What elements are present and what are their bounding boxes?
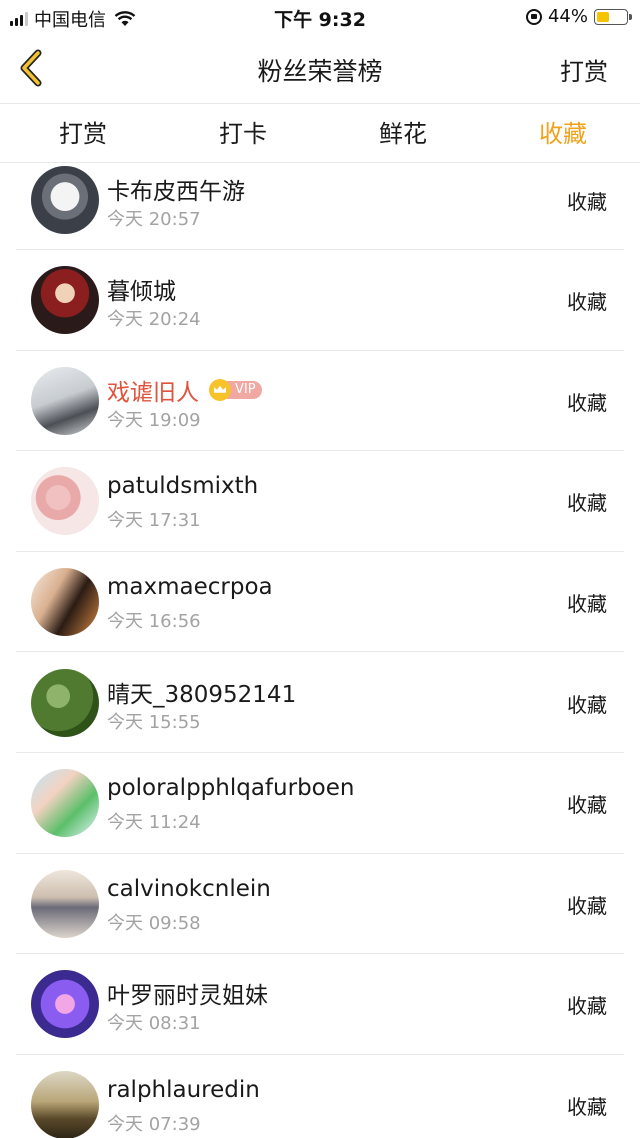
list-item[interactable]: poloralpphlqafurboen 今天 11:24 收藏	[16, 753, 624, 854]
avatar	[31, 567, 99, 636]
status-bar: 中国电信 下午 9:32 44%	[0, 0, 640, 34]
name-line: 卡布皮西午游	[107, 172, 245, 206]
fan-list[interactable]: 卡布皮西午游 今天 20:57 收藏 暮倾城 今天 20:24 收藏 戏谑旧人 …	[0, 164, 640, 1138]
action-label: 收藏	[567, 692, 607, 717]
name-line: poloralpphlqafurboen	[107, 775, 354, 801]
timestamp: 今天 16:56	[107, 610, 201, 632]
list-item[interactable]: 叶罗丽时灵姐妹 今天 08:31 收藏	[16, 954, 624, 1055]
name-line: 暮倾城	[107, 272, 176, 306]
avatar	[31, 970, 99, 1039]
avatar	[31, 366, 99, 435]
action-label: 收藏	[567, 793, 607, 818]
list-item[interactable]: calvinokcnlein 今天 09:58 收藏	[16, 854, 624, 955]
tab-checkin[interactable]: 打卡	[160, 105, 320, 162]
timestamp: 今天 20:57	[107, 208, 201, 230]
action-label: 收藏	[567, 893, 607, 918]
user-name: poloralpphlqafurboen	[107, 775, 355, 802]
avatar	[31, 668, 99, 737]
user-name: patuldsmixth	[107, 473, 259, 500]
page-title: 粉丝荣誉榜	[257, 57, 383, 86]
action-label: 收藏	[567, 189, 607, 214]
battery-percent: 44%	[547, 6, 588, 27]
list-item[interactable]: 晴天_380952141 今天 15:55 收藏	[16, 653, 624, 754]
user-name: 卡布皮西午游	[107, 178, 245, 205]
action-label: 收藏	[567, 994, 607, 1019]
list-item[interactable]: ralphlauredin 今天 07:39 收藏	[16, 1055, 624, 1138]
list-item[interactable]: patuldsmixth 今天 17:31 收藏	[16, 451, 624, 552]
list-item[interactable]: 戏谑旧人 VIP 今天 19:09 收藏	[16, 351, 624, 452]
name-line: maxmaecrpoa	[107, 574, 273, 600]
tab-favorites[interactable]: 收藏	[480, 105, 640, 162]
orientation-lock-icon	[525, 8, 542, 25]
nav-bar: 粉丝荣誉榜 打赏	[0, 34, 640, 104]
name-line: calvinokcnlein	[107, 876, 271, 902]
timestamp: 今天 11:24	[107, 812, 201, 834]
tab-reward[interactable]: 打赏	[0, 105, 160, 162]
timestamp: 今天 15:55	[107, 711, 201, 733]
avatar	[31, 467, 99, 536]
name-line: ralphlauredin	[107, 1077, 260, 1103]
timestamp: 今天 20:24	[107, 309, 201, 331]
timestamp: 今天 07:39	[107, 1113, 201, 1135]
user-name: 叶罗丽时灵姐妹	[107, 983, 268, 1010]
battery-icon	[594, 8, 632, 25]
action-label: 收藏	[567, 491, 607, 516]
tab-bar: 打赏 打卡 鲜花 收藏	[0, 105, 640, 163]
timestamp: 今天 08:31	[107, 1013, 201, 1035]
timestamp: 今天 19:09	[107, 409, 201, 431]
reward-button[interactable]: 打赏	[560, 52, 608, 87]
crown-icon	[209, 378, 231, 401]
list-item[interactable]: maxmaecrpoa 今天 16:56 收藏	[16, 552, 624, 653]
user-name: 晴天_380952141	[107, 681, 297, 708]
user-name: 戏谑旧人	[107, 379, 199, 406]
user-name: ralphlauredin	[107, 1076, 260, 1103]
action-label: 收藏	[567, 591, 607, 616]
tab-flowers[interactable]: 鲜花	[320, 105, 480, 162]
name-line: 戏谑旧人 VIP	[107, 373, 262, 407]
timestamp: 今天 17:31	[107, 510, 201, 532]
name-line: patuldsmixth	[107, 473, 258, 499]
avatar	[31, 869, 99, 938]
user-name: 暮倾城	[107, 279, 176, 306]
name-line: 叶罗丽时灵姐妹	[107, 976, 268, 1010]
vip-badge: VIP	[209, 378, 262, 401]
user-name: maxmaecrpoa	[107, 573, 273, 600]
avatar	[31, 165, 99, 234]
battery-fill	[597, 11, 610, 22]
list-item[interactable]: 暮倾城 今天 20:24 收藏	[16, 250, 624, 351]
name-line: 晴天_380952141	[107, 675, 296, 709]
status-right: 44%	[525, 6, 632, 27]
avatar	[31, 266, 99, 335]
timestamp: 今天 09:58	[107, 912, 201, 934]
avatar	[31, 769, 99, 838]
avatar	[31, 1070, 99, 1138]
list-item[interactable]: 卡布皮西午游 今天 20:57 收藏	[16, 164, 624, 251]
action-label: 收藏	[567, 1094, 607, 1119]
action-label: 收藏	[567, 390, 607, 415]
user-name: calvinokcnlein	[107, 875, 271, 902]
vip-label: VIP	[227, 380, 262, 399]
action-label: 收藏	[567, 290, 607, 315]
